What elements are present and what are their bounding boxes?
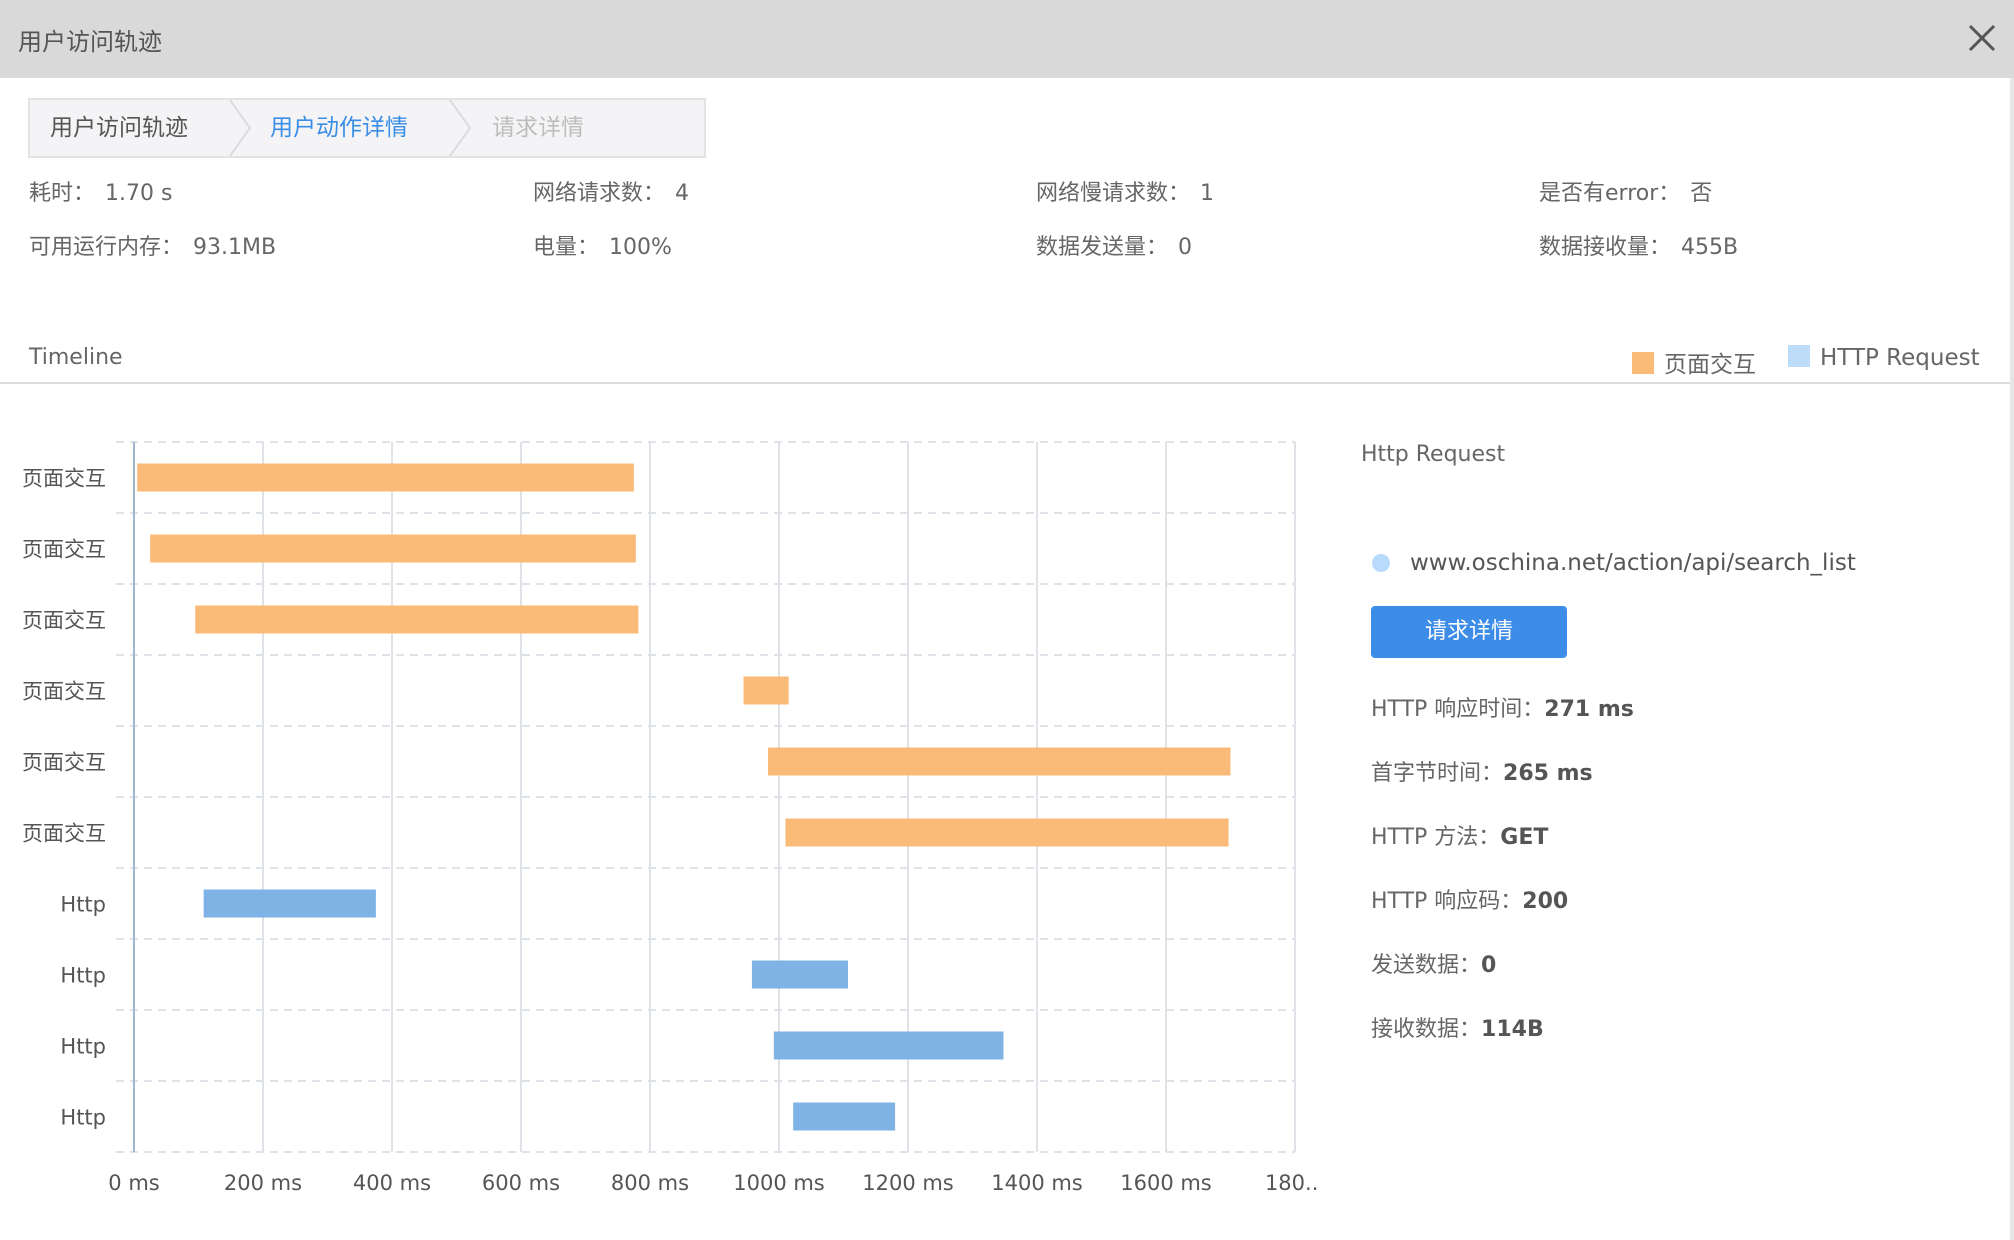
chevron-right-icon	[229, 100, 252, 156]
x-tick-label: 1400 ms	[991, 1171, 1083, 1195]
detail-response-code: HTTP 响应码：200	[1371, 889, 1569, 914]
detail-received-data: 接收数据：114B	[1371, 1017, 1544, 1042]
timeline-bar	[768, 747, 1231, 776]
stat-battery: 电量： 100%	[533, 235, 672, 260]
y-tick-label: Http	[60, 964, 106, 988]
timeline-chart: 页面交互页面交互页面交互页面交互页面交互页面交互HttpHttpHttpHttp…	[22, 441, 1320, 1195]
breadcrumb-item-request-detail: 请求详情	[492, 115, 584, 141]
close-icon[interactable]	[1960, 16, 2004, 60]
stat-network-requests: 网络请求数： 4	[533, 181, 690, 206]
legend-swatch	[1632, 352, 1654, 374]
x-tick-label: 200 ms	[224, 1171, 302, 1195]
timeline-bar	[137, 463, 634, 492]
y-tick-label: Http	[60, 1035, 106, 1059]
request-url: www.oschina.net/action/api/search_list	[1410, 550, 1856, 576]
y-tick-label: 页面交互	[22, 751, 106, 775]
timeline-bar	[203, 889, 376, 918]
timeline-bar	[743, 676, 789, 705]
request-detail-button[interactable]: 请求详情	[1371, 606, 1567, 658]
y-tick-label: 页面交互	[22, 467, 106, 491]
detail-response-time: HTTP 响应时间：271 ms	[1371, 697, 1634, 722]
x-tick-label: 600 ms	[482, 1171, 560, 1195]
y-tick-label: 页面交互	[22, 680, 106, 704]
y-tick-label: Http	[60, 893, 106, 917]
y-tick-label: 页面交互	[22, 538, 106, 562]
timeline-bar	[773, 1031, 1004, 1060]
chevron-right-icon	[449, 100, 472, 156]
x-tick-label: 400 ms	[353, 1171, 431, 1195]
legend-item-page-interaction[interactable]: 页面交互	[1632, 345, 1756, 379]
detail-http-method: HTTP 方法：GET	[1371, 825, 1549, 850]
stat-data-sent: 数据发送量： 0	[1036, 235, 1193, 260]
detail-sent-data: 发送数据：0	[1371, 953, 1497, 978]
y-tick-label: 页面交互	[22, 609, 106, 633]
stat-data-received: 数据接收量： 455B	[1539, 235, 1739, 260]
detail-panel-title: Http Request	[1361, 442, 1506, 467]
x-tick-label: 800 ms	[611, 1171, 689, 1195]
timeline-bar	[785, 818, 1229, 847]
breadcrumb-item-user-trace[interactable]: 用户访问轨迹	[50, 100, 188, 156]
timeline-title: Timeline	[29, 345, 123, 370]
timeline-bar	[793, 1102, 896, 1131]
timeline-bar	[195, 605, 639, 634]
x-tick-label: 1200 ms	[862, 1171, 954, 1195]
divider	[0, 382, 2010, 384]
legend-swatch	[1788, 345, 1810, 367]
x-tick-label: 1000 ms	[733, 1171, 825, 1195]
breadcrumb: 用户访问轨迹 用户动作详情 请求详情	[28, 98, 706, 158]
x-tick-label: 1600 ms	[1120, 1171, 1212, 1195]
stat-has-error: 是否有error：否	[1539, 181, 1713, 206]
dialog-titlebar: 用户访问轨迹	[0, 0, 2014, 78]
timeline-bar	[751, 960, 849, 989]
breadcrumb-item-action-detail[interactable]: 用户动作详情	[270, 100, 408, 156]
stat-available-memory: 可用运行内存： 93.1MB	[29, 235, 277, 260]
dialog-title: 用户访问轨迹	[18, 28, 162, 56]
legend-item-http-request[interactable]: HTTP Request	[1788, 345, 1980, 371]
stat-duration: 耗时： 1.70 s	[29, 181, 173, 206]
request-status-dot	[1372, 554, 1390, 572]
timeline-bar	[150, 534, 636, 563]
y-tick-label: 页面交互	[22, 822, 106, 846]
x-tick-label: 0 ms	[108, 1171, 159, 1195]
detail-first-byte-time: 首字节时间：265 ms	[1371, 761, 1593, 786]
stat-slow-requests: 网络慢请求数： 1	[1036, 181, 1215, 206]
x-tick-label: 180...	[1265, 1171, 1320, 1195]
y-tick-label: Http	[60, 1106, 106, 1130]
